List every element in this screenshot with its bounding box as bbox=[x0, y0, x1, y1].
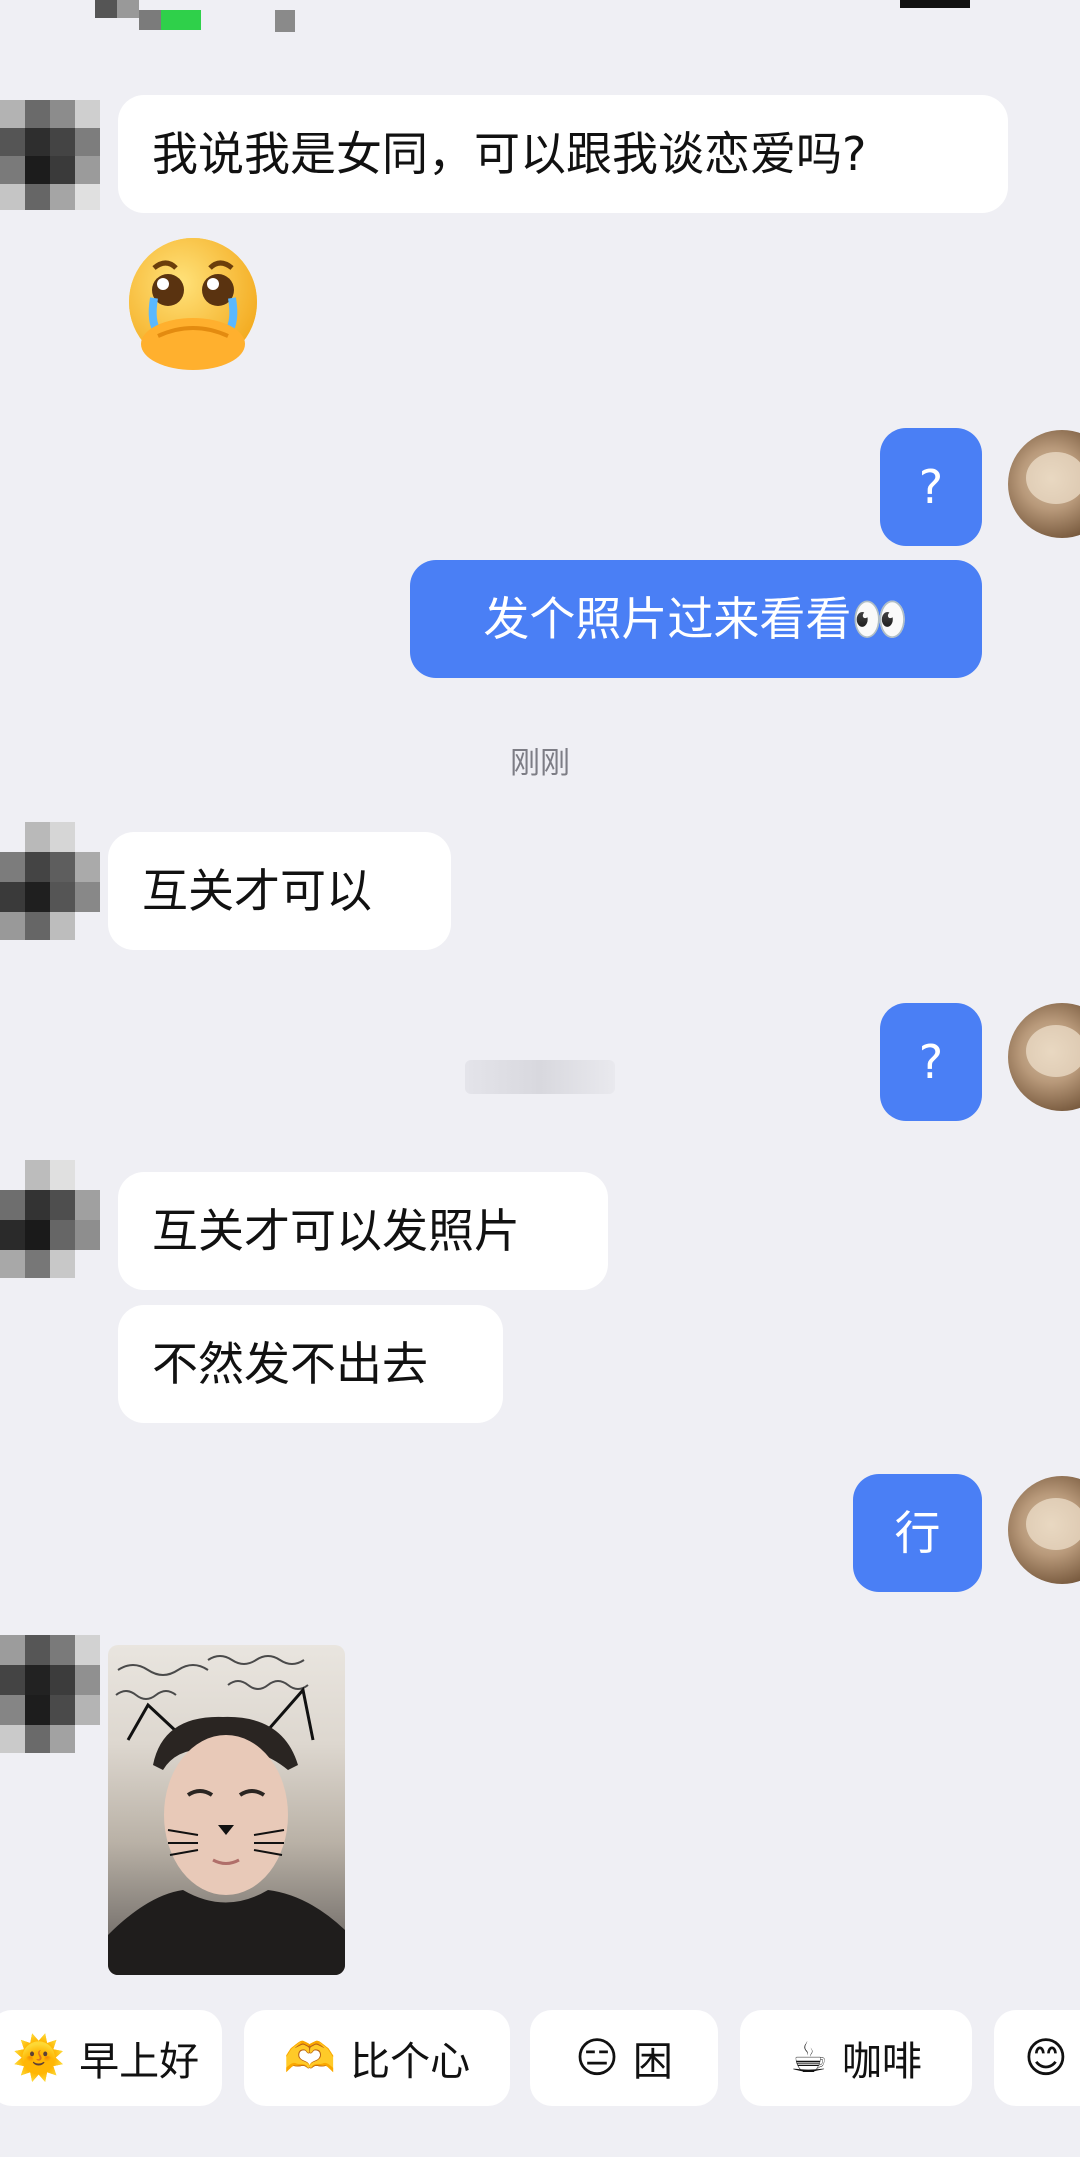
chip-label: 困 bbox=[632, 2039, 673, 2085]
quick-reply-chip[interactable]: 😑 困 bbox=[530, 2010, 718, 2106]
sun-sunglasses-icon: 🌞 bbox=[12, 2033, 66, 2082]
incoming-message[interactable]: 互关才可以 bbox=[108, 832, 451, 950]
crying-face-sticker[interactable] bbox=[118, 232, 268, 372]
quick-reply-chip[interactable]: 🌞 早上好 bbox=[0, 2010, 222, 2106]
self-avatar[interactable] bbox=[1008, 430, 1080, 538]
status-battery bbox=[900, 0, 970, 8]
incoming-message[interactable]: 互关才可以发照片 bbox=[118, 1172, 608, 1290]
chip-label: 咖啡 bbox=[841, 2039, 922, 2085]
message-text: 发个照片过来看看👀 bbox=[483, 592, 909, 646]
contact-avatar[interactable] bbox=[0, 100, 100, 210]
self-avatar[interactable] bbox=[1008, 1476, 1080, 1584]
self-avatar[interactable] bbox=[1008, 1003, 1080, 1111]
contact-avatar[interactable] bbox=[0, 822, 100, 940]
chip-label: 比个心 bbox=[350, 2039, 471, 2085]
quick-reply-bar: 🌞 早上好 🫶 比个心 😑 困 ☕ 咖啡 😊 bbox=[0, 2010, 1080, 2110]
outgoing-message[interactable]: ? bbox=[880, 428, 982, 546]
chip-label: 早上好 bbox=[79, 2039, 200, 2085]
incoming-message[interactable]: 不然发不出去 bbox=[118, 1305, 503, 1423]
outgoing-message[interactable]: 行 bbox=[853, 1474, 982, 1592]
selfie-image bbox=[108, 1655, 345, 1975]
message-text: 我说我是女同，可以跟我谈恋爱吗? bbox=[152, 127, 867, 181]
outgoing-message[interactable]: 发个照片过来看看👀 bbox=[410, 560, 982, 678]
blur-artifact bbox=[465, 1060, 615, 1094]
quick-reply-chip[interactable]: ☕ 咖啡 bbox=[740, 2010, 972, 2106]
contact-avatar[interactable] bbox=[0, 1160, 100, 1278]
coffee-icon: ☕ bbox=[790, 2033, 828, 2082]
message-text: ? bbox=[918, 1035, 944, 1089]
status-bar bbox=[0, 0, 1080, 40]
heart-hands-icon: 🫶 bbox=[283, 2033, 337, 2082]
quick-reply-chip[interactable]: 😊 bbox=[994, 2010, 1080, 2106]
outgoing-message[interactable]: ? bbox=[880, 1003, 982, 1121]
quick-reply-chip[interactable]: 🫶 比个心 bbox=[244, 2010, 510, 2106]
photo-message[interactable] bbox=[108, 1645, 345, 1975]
message-text: ? bbox=[918, 460, 944, 514]
smiling-sun-icon: 😊 bbox=[1024, 2033, 1068, 2082]
status-glyph bbox=[275, 10, 295, 32]
status-icons bbox=[95, 0, 215, 32]
incoming-message[interactable]: 我说我是女同，可以跟我谈恋爱吗? bbox=[118, 95, 1008, 213]
timestamp: 刚刚 bbox=[510, 746, 570, 781]
message-text: 不然发不出去 bbox=[152, 1337, 428, 1391]
message-text: 互关才可以发照片 bbox=[152, 1204, 520, 1258]
contact-avatar[interactable] bbox=[0, 1635, 100, 1753]
message-text: 行 bbox=[894, 1506, 941, 1560]
message-text: 互关才可以 bbox=[142, 864, 372, 918]
sleepy-face-icon: 😑 bbox=[575, 2033, 619, 2082]
